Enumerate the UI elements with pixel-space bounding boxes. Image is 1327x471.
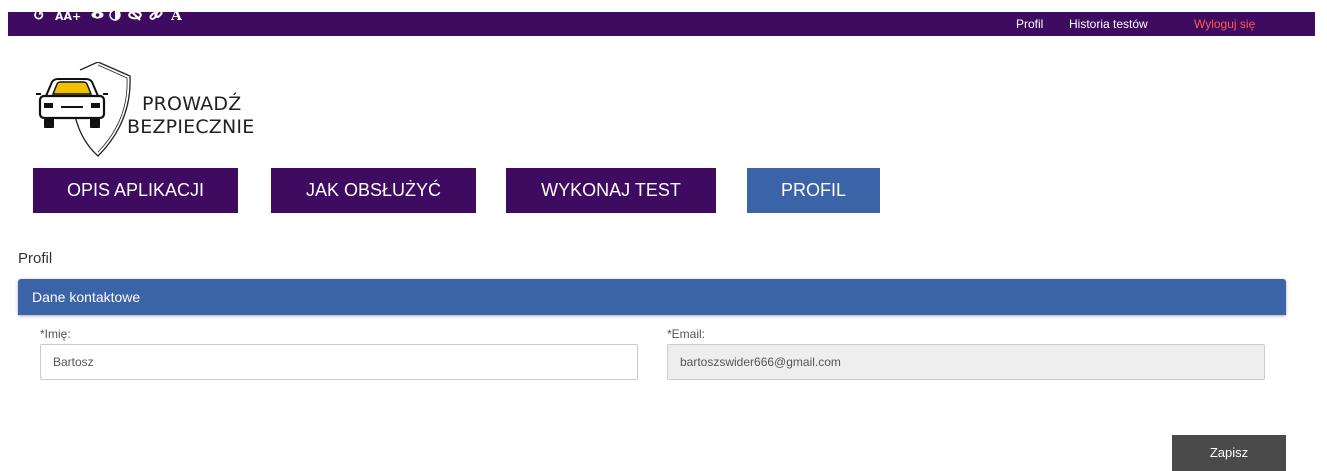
top-nav-logout[interactable]: Wyloguj się [1194, 12, 1255, 36]
page-title: Profil [18, 250, 53, 267]
logo-line-2: BEZPIECZNIE [127, 116, 255, 138]
logo-line-1: PROWADŹ [142, 93, 242, 115]
font-icon[interactable]: A [171, 10, 185, 24]
contrast-icon[interactable] [109, 10, 128, 24]
save-button[interactable]: Zapisz [1172, 435, 1286, 471]
contact-panel-title: Dane kontaktowe [32, 289, 141, 305]
first-name-field[interactable] [40, 344, 638, 380]
nav-profil[interactable]: PROFIL [747, 168, 880, 213]
visibility-icon[interactable] [91, 10, 109, 24]
first-name-label: *Imię: [40, 327, 71, 341]
reset-icon[interactable]: ↺ [33, 10, 55, 24]
nav-jak-obsluzyc[interactable]: JAK OBSŁUŻYĆ [271, 168, 476, 213]
email-label: *Email: [667, 327, 706, 341]
top-nav-profile[interactable]: Profil [1016, 12, 1043, 36]
email-field[interactable] [667, 344, 1265, 380]
font-size-icon[interactable]: AA+ [55, 11, 91, 25]
nav-opis-aplikacji[interactable]: OPIS APLIKACJI [33, 168, 238, 213]
link-icon[interactable] [149, 10, 171, 24]
nav-wykonaj-test[interactable]: WYKONAJ TEST [506, 168, 716, 213]
accessibility-toolbar: ↺ AA+ A [33, 10, 185, 36]
hide-icon[interactable] [128, 10, 149, 24]
top-bar: ↺ AA+ A Profil Historia testów Wyloguj s… [8, 10, 1315, 36]
top-nav-test-history[interactable]: Historia testów [1069, 12, 1148, 36]
logo-text: PROWADŹ BEZPIECZNIE [127, 93, 254, 139]
contact-panel-header: Dane kontaktowe [18, 279, 1286, 315]
